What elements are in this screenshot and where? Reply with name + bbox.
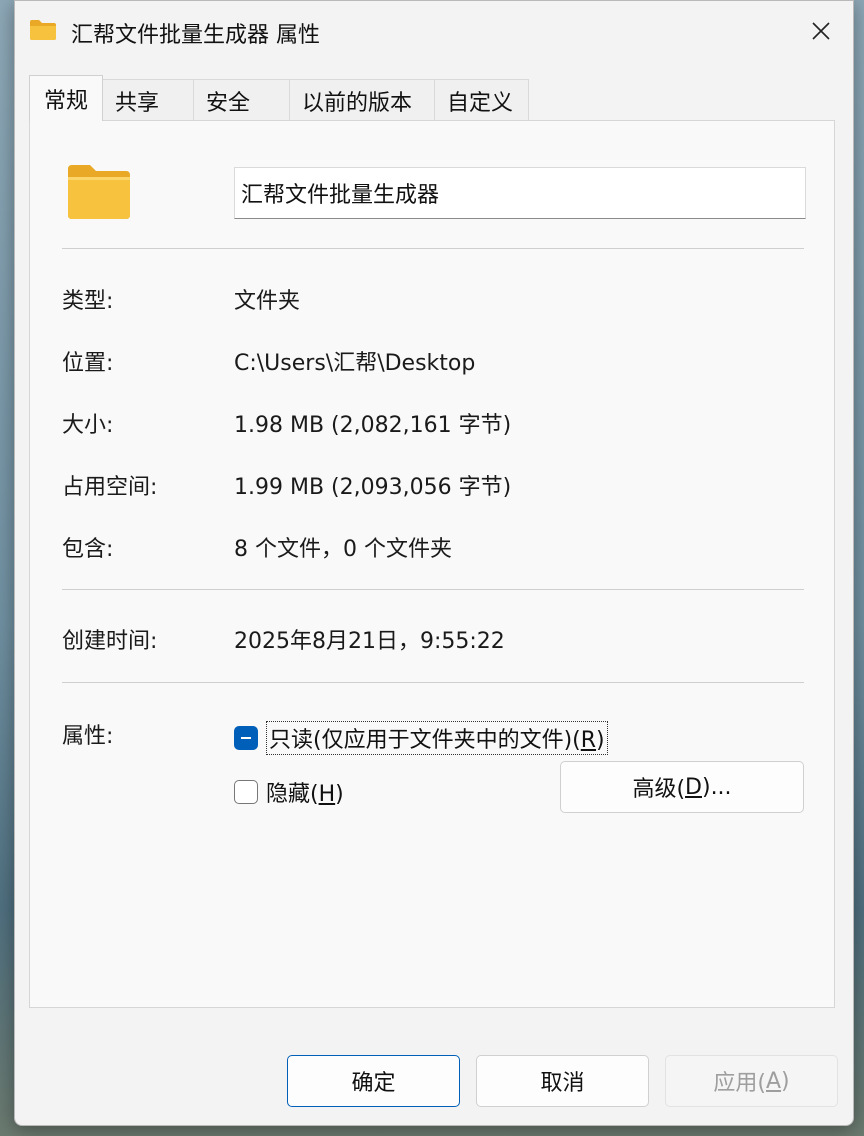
tab-strip: 常规 共享 安全 以前的版本 自定义	[29, 75, 530, 121]
cancel-button[interactable]: 取消	[476, 1055, 649, 1107]
contains-value: 8 个文件，0 个文件夹	[234, 537, 452, 562]
folder-large-icon	[68, 165, 130, 219]
close-button[interactable]	[789, 1, 853, 61]
window-title: 汇帮文件批量生成器 属性	[71, 23, 320, 48]
location-label: 位置:	[62, 351, 114, 376]
type-value: 文件夹	[234, 289, 301, 314]
readonly-checkbox-row[interactable]: 只读(仅应用于文件夹中的文件)(R)	[234, 721, 608, 755]
readonly-label: 只读(仅应用于文件夹中的文件)(R)	[266, 721, 608, 755]
contains-label: 包含:	[62, 537, 114, 562]
readonly-checkbox[interactable]	[234, 726, 258, 750]
tab-customize[interactable]: 自定义	[434, 79, 530, 121]
apply-button[interactable]: 应用(A)	[665, 1055, 838, 1107]
tab-sharing[interactable]: 共享	[102, 79, 195, 121]
ok-button[interactable]: 确定	[287, 1055, 460, 1107]
folder-name-input[interactable]	[234, 167, 806, 219]
disk-size-value: 1.99 MB (2,093,056 字节)	[234, 475, 512, 500]
properties-window: 汇帮文件批量生成器 属性 常规 共享 安全 以前的版本 自定义 类型: 文件夹 …	[14, 0, 854, 1126]
separator	[62, 248, 804, 249]
advanced-button[interactable]: 高级(D)...	[560, 761, 804, 813]
disk-size-label: 占用空间:	[62, 475, 158, 500]
size-value: 1.98 MB (2,082,161 字节)	[234, 413, 512, 438]
separator	[62, 589, 804, 590]
size-label: 大小:	[62, 413, 114, 438]
separator	[62, 682, 804, 683]
attributes-label: 属性:	[62, 724, 114, 749]
hidden-label: 隐藏(H)	[266, 782, 344, 807]
tab-general[interactable]: 常规	[29, 75, 104, 121]
close-icon	[812, 22, 830, 40]
folder-icon	[30, 20, 56, 40]
hidden-checkbox[interactable]	[234, 780, 258, 804]
created-label: 创建时间:	[62, 629, 158, 654]
location-value: C:\Users\汇帮\Desktop	[234, 351, 476, 376]
type-label: 类型:	[62, 289, 114, 314]
title-bar[interactable]: 汇帮文件批量生成器 属性	[15, 1, 853, 61]
hidden-checkbox-row[interactable]: 隐藏(H)	[234, 776, 344, 808]
general-panel: 类型: 文件夹 位置: C:\Users\汇帮\Desktop 大小: 1.98…	[29, 120, 835, 1008]
tab-previous-versions[interactable]: 以前的版本	[289, 79, 436, 121]
created-value: 2025年8月21日，9:55:22	[234, 629, 505, 654]
tab-security[interactable]: 安全	[193, 79, 291, 121]
